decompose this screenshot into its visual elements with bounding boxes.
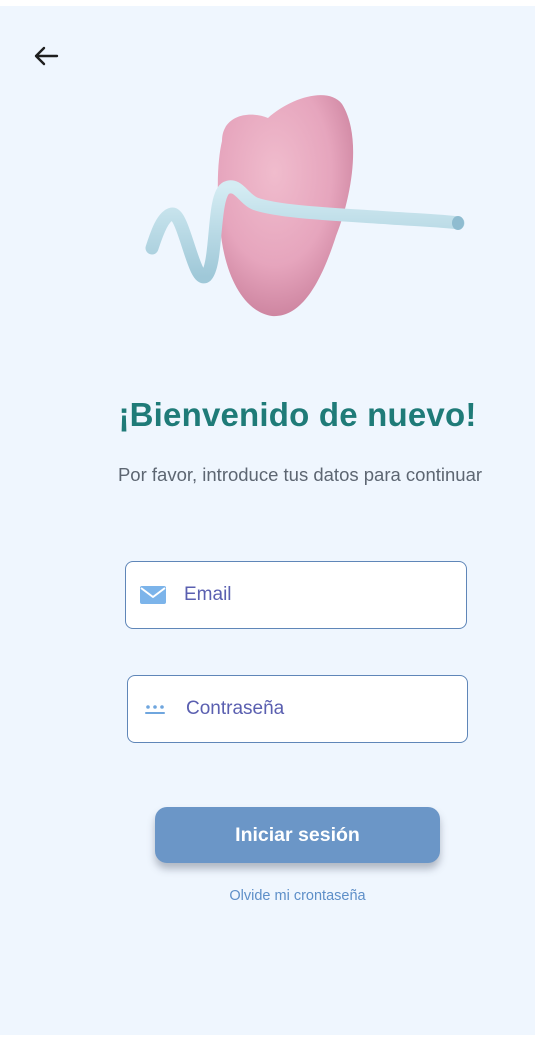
forgot-password-link[interactable]: Olvide mi crontaseña	[155, 888, 440, 904]
login-screen: ¡Bienvenido de nuevo! Por favor, introdu…	[0, 6, 535, 1035]
password-field[interactable]	[127, 675, 468, 743]
email-field[interactable]	[125, 561, 467, 629]
arrow-left-icon	[34, 46, 59, 66]
tooth-heartbeat-illustration	[145, 95, 465, 317]
password-input[interactable]	[186, 698, 426, 720]
email-input[interactable]	[184, 584, 424, 606]
mail-icon	[138, 585, 168, 605]
welcome-subtitle: Por favor, introduce tus datos para cont…	[117, 464, 483, 485]
welcome-title: ¡Bienvenido de nuevo!	[118, 396, 477, 433]
back-button[interactable]	[26, 36, 66, 76]
password-dots-icon	[140, 702, 170, 716]
login-button[interactable]: Iniciar sesión	[155, 807, 440, 863]
